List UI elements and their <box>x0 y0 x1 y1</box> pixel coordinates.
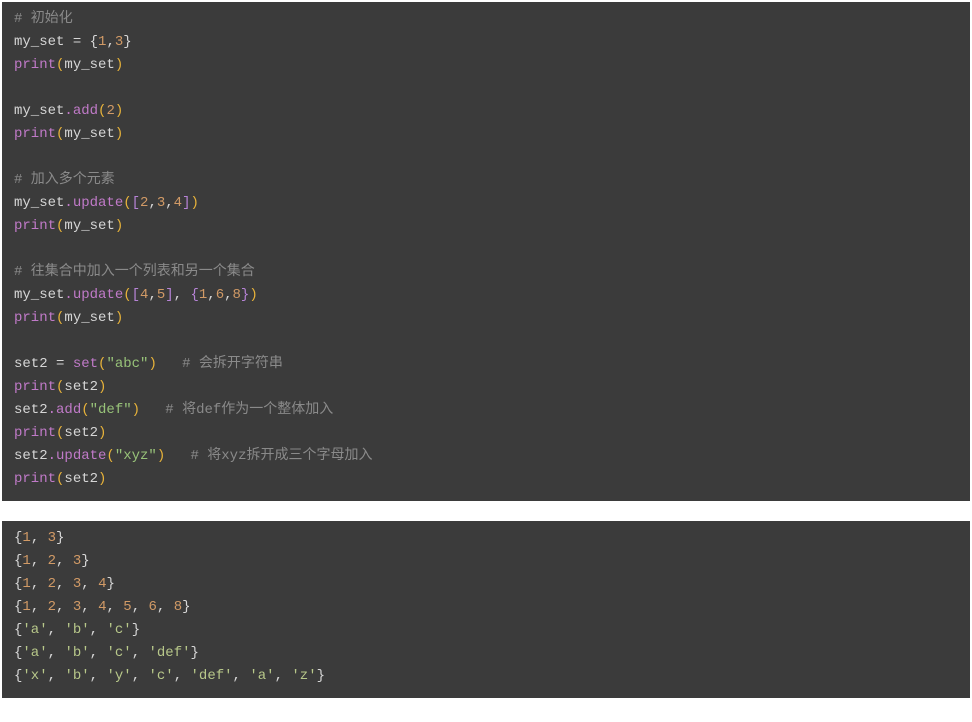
code-line: my_set = {1,3} <box>14 31 958 54</box>
code-block: # 初始化 my_set = {1,3} print(my_set) my_se… <box>2 2 970 501</box>
code-line: set2 = set("abc") # 会拆开字符串 <box>14 353 958 376</box>
comment: # 会拆开字符串 <box>182 356 283 372</box>
comment: # 加入多个元素 <box>14 172 115 188</box>
code-line: my_set.update([2,3,4]) <box>14 192 958 215</box>
code-line: my_set.add(2) <box>14 100 958 123</box>
comment: # 将xyz拆开成三个字母加入 <box>190 448 372 464</box>
code-line: print(set2) <box>14 422 958 445</box>
code-line: set2.add("def") # 将def作为一个整体加入 <box>14 399 958 422</box>
output-line: {'a', 'b', 'c'} <box>14 619 958 642</box>
comment: # 初始化 <box>14 11 73 27</box>
comment: # 往集合中加入一个列表和另一个集合 <box>14 264 255 280</box>
code-line: set2.update("xyz") # 将xyz拆开成三个字母加入 <box>14 445 958 468</box>
code-line <box>14 146 958 169</box>
code-line: # 加入多个元素 <box>14 169 958 192</box>
code-line: print(my_set) <box>14 215 958 238</box>
output-line: {1, 2, 3, 4, 5, 6, 8} <box>14 596 958 619</box>
code-line <box>14 238 958 261</box>
code-line: print(set2) <box>14 468 958 491</box>
output-line: {'x', 'b', 'y', 'c', 'def', 'a', 'z'} <box>14 665 958 688</box>
code-line: # 往集合中加入一个列表和另一个集合 <box>14 261 958 284</box>
output-line: {1, 3} <box>14 527 958 550</box>
comment: # 将def作为一个整体加入 <box>165 402 333 418</box>
code-line <box>14 330 958 353</box>
code-line <box>14 77 958 100</box>
code-line: print(set2) <box>14 376 958 399</box>
output-line: {1, 2, 3} <box>14 550 958 573</box>
code-line: my_set.update([4,5], {1,6,8}) <box>14 284 958 307</box>
output-block: {1, 3} {1, 2, 3} {1, 2, 3, 4} {1, 2, 3, … <box>2 521 970 698</box>
output-line: {'a', 'b', 'c', 'def'} <box>14 642 958 665</box>
code-line: print(my_set) <box>14 54 958 77</box>
code-line: print(my_set) <box>14 123 958 146</box>
code-line: # 初始化 <box>14 8 958 31</box>
code-line: print(my_set) <box>14 307 958 330</box>
output-line: {1, 2, 3, 4} <box>14 573 958 596</box>
